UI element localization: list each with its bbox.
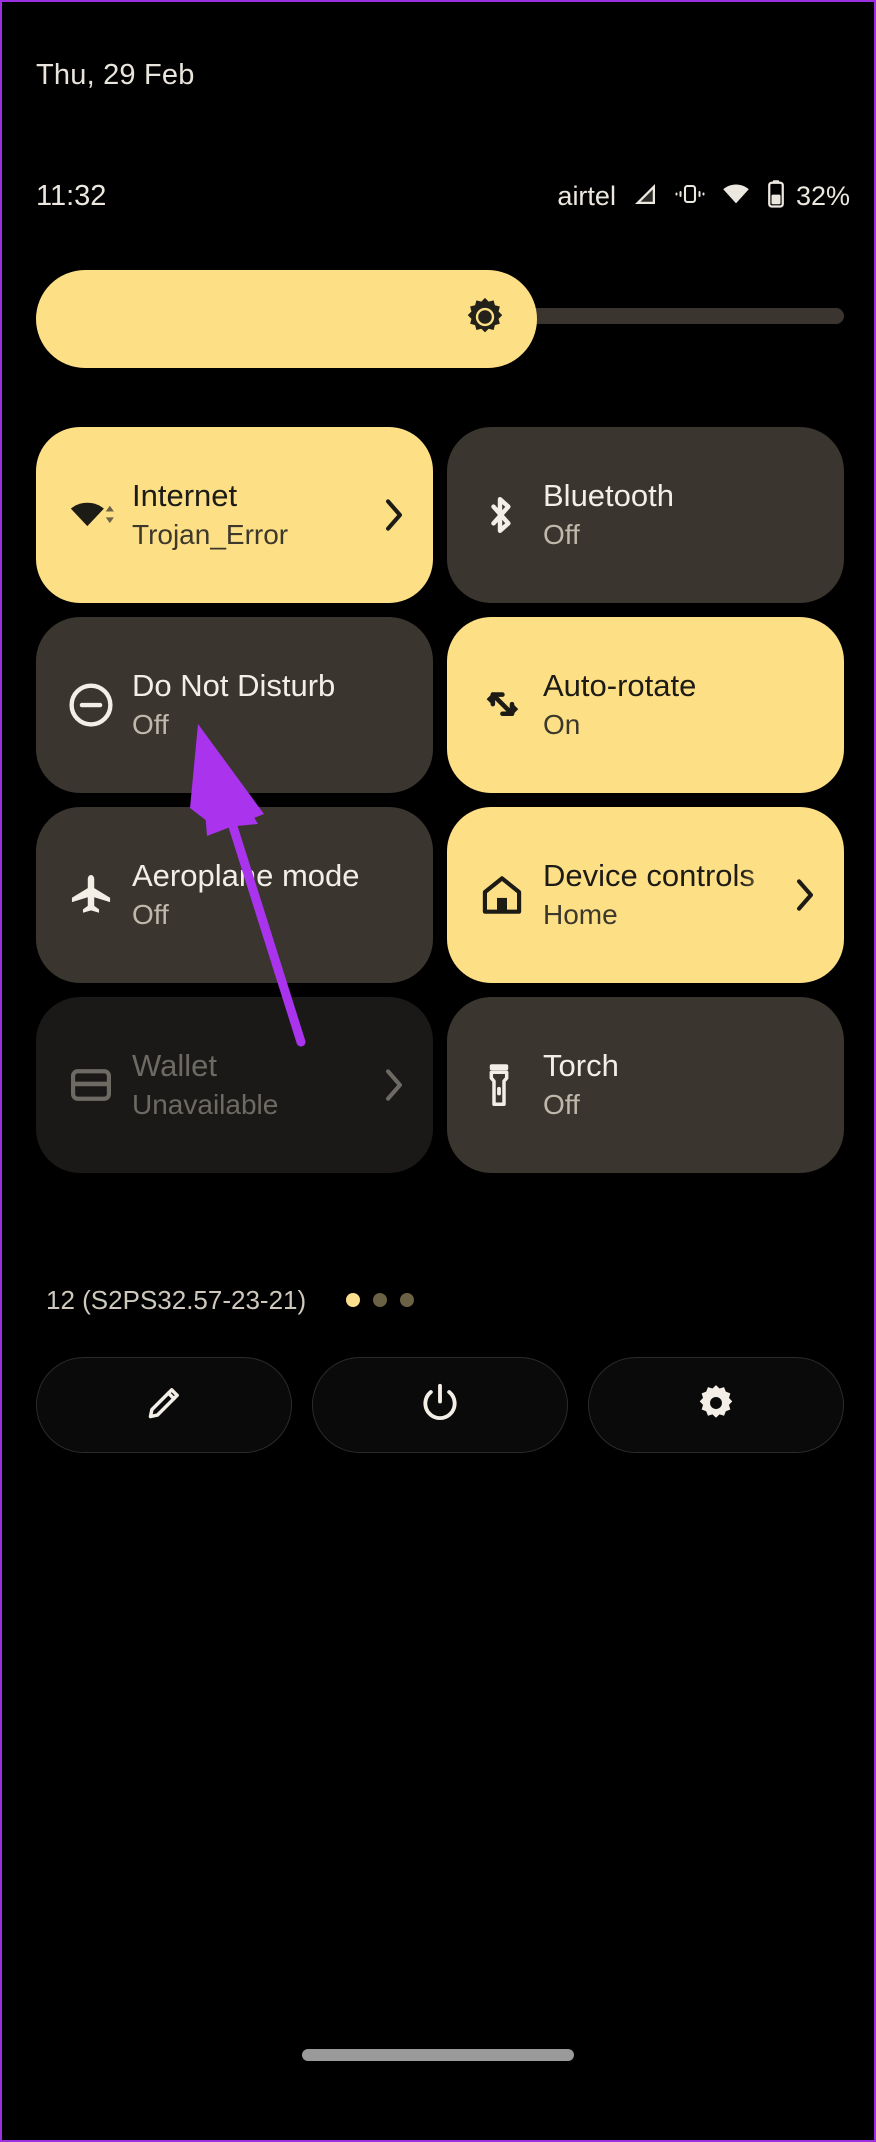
tile-auto-rotate[interactable]: Auto-rotate On bbox=[447, 617, 844, 793]
tile-torch[interactable]: Torch Off bbox=[447, 997, 844, 1173]
wallet-icon bbox=[66, 1060, 118, 1110]
wifi-icon bbox=[720, 179, 752, 214]
tile-subtitle: Unavailable bbox=[132, 1089, 279, 1120]
tile-title: Auto-rotate bbox=[543, 668, 697, 703]
status-icons: airtel 32% bbox=[557, 179, 850, 214]
quick-settings-tile-grid: Internet Trojan_Error Bluetooth Off Do N… bbox=[36, 427, 844, 1173]
gear-icon bbox=[695, 1382, 737, 1429]
tile-do-not-disturb[interactable]: Do Not Disturb Off bbox=[36, 617, 433, 793]
tile-subtitle: Off bbox=[543, 519, 580, 550]
pencil-icon bbox=[142, 1381, 186, 1430]
home-icon bbox=[477, 870, 529, 920]
build-label: 12 (S2PS32.57-23-21) bbox=[46, 1284, 307, 1315]
page-dot-3[interactable] bbox=[400, 1293, 415, 1307]
chevron-right-icon[interactable] bbox=[381, 1068, 407, 1102]
torch-icon bbox=[477, 1060, 529, 1110]
tile-title: Device controls bbox=[543, 858, 755, 893]
tile-title: Internet bbox=[132, 478, 238, 513]
brightness-sun-icon bbox=[463, 295, 507, 344]
tile-title: Aeroplane mode bbox=[132, 858, 360, 893]
footer-row: 12 (S2PS32.57-23-21) bbox=[46, 1272, 836, 1328]
tile-text: Bluetooth Off bbox=[543, 476, 818, 554]
carrier-label: airtel bbox=[557, 180, 616, 211]
tile-bluetooth[interactable]: Bluetooth Off bbox=[447, 427, 844, 603]
chevron-right-icon[interactable] bbox=[381, 498, 407, 532]
aeroplane-icon bbox=[66, 870, 118, 920]
tile-text: Aeroplane mode Off bbox=[132, 856, 407, 934]
footer-actions bbox=[36, 1357, 844, 1453]
page-dot-1[interactable] bbox=[346, 1293, 361, 1307]
tile-title: Torch bbox=[543, 1048, 619, 1083]
page-dot-2[interactable] bbox=[373, 1293, 388, 1307]
brightness-slider[interactable] bbox=[36, 270, 844, 368]
tile-text: Torch Off bbox=[543, 1046, 818, 1124]
vibrate-icon bbox=[674, 179, 706, 214]
tile-subtitle: Trojan_Error bbox=[132, 519, 289, 550]
tile-title: Do Not Disturb bbox=[132, 668, 336, 703]
battery-icon bbox=[766, 179, 786, 214]
tile-title: Bluetooth bbox=[543, 478, 674, 513]
power-button[interactable] bbox=[312, 1357, 568, 1453]
tile-text: Do Not Disturb Off bbox=[132, 666, 407, 744]
date-label: Thu, 29 Feb bbox=[36, 59, 195, 91]
edit-button[interactable] bbox=[36, 1357, 292, 1453]
tile-text: Device controls Home bbox=[543, 856, 784, 934]
battery-percent-label: 32% bbox=[795, 180, 850, 211]
tile-subtitle: Off bbox=[132, 709, 169, 740]
page-indicator[interactable] bbox=[346, 1293, 415, 1307]
gesture-pill[interactable] bbox=[302, 2049, 574, 2061]
power-icon bbox=[418, 1381, 462, 1430]
tile-subtitle: Off bbox=[543, 1089, 580, 1120]
tile-subtitle: On bbox=[543, 709, 581, 740]
wifi-icon bbox=[66, 488, 118, 542]
status-bar: 11:32 airtel 32% bbox=[2, 172, 874, 220]
do-not-disturb-icon bbox=[66, 680, 118, 730]
bluetooth-icon bbox=[477, 489, 529, 541]
tile-text: Wallet Unavailable bbox=[132, 1046, 373, 1124]
settings-button[interactable] bbox=[588, 1357, 844, 1453]
tile-wallet[interactable]: Wallet Unavailable bbox=[36, 997, 433, 1173]
brightness-fill[interactable] bbox=[36, 270, 537, 368]
status-clock: 11:32 bbox=[36, 179, 107, 212]
tile-subtitle: Home bbox=[543, 899, 618, 930]
quick-settings-screen: Thu, 29 Feb 11:32 airtel 32% Internet Tr… bbox=[0, 0, 876, 2142]
tile-text: Auto-rotate On bbox=[543, 666, 818, 744]
tile-aeroplane-mode[interactable]: Aeroplane mode Off bbox=[36, 807, 433, 983]
signal-icon bbox=[630, 179, 660, 214]
chevron-right-icon[interactable] bbox=[792, 878, 818, 912]
tile-text: Internet Trojan_Error bbox=[132, 476, 373, 554]
tile-title: Wallet bbox=[132, 1048, 217, 1083]
tile-subtitle: Off bbox=[132, 899, 169, 930]
auto-rotate-icon bbox=[477, 680, 529, 730]
tile-internet[interactable]: Internet Trojan_Error bbox=[36, 427, 433, 603]
tile-device-controls[interactable]: Device controls Home bbox=[447, 807, 844, 983]
